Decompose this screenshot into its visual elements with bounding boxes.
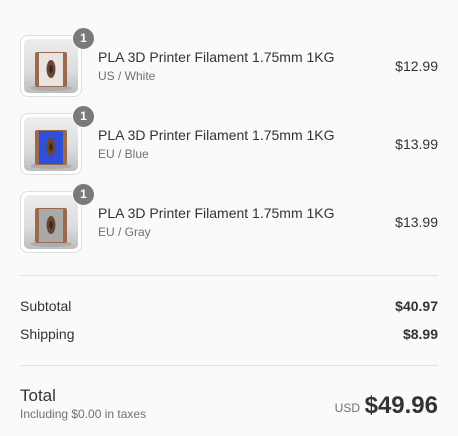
filament-spool-icon xyxy=(30,208,72,247)
total-currency: USD xyxy=(334,401,360,415)
product-price: $13.99 xyxy=(395,214,438,230)
shipping-label: Shipping xyxy=(20,326,75,342)
product-title: PLA 3D Printer Filament 1.75mm 1KG xyxy=(98,49,335,65)
line-item: 1 PLA 3D Printer Filament 1.75mm 1KG EU … xyxy=(20,183,438,255)
product-title: PLA 3D Printer Filament 1.75mm 1KG xyxy=(98,127,335,143)
product-price: $12.99 xyxy=(395,58,438,74)
product-variant: US / White xyxy=(98,69,156,83)
order-summary: 1 PLA 3D Printer Filament 1.75mm 1KG US … xyxy=(0,0,458,436)
line-item: 1 PLA 3D Printer Filament 1.75mm 1KG EU … xyxy=(20,105,438,177)
quantity-badge: 1 xyxy=(72,183,95,206)
filament-spool-icon xyxy=(30,130,72,169)
line-item: 1 PLA 3D Printer Filament 1.75mm 1KG US … xyxy=(20,27,438,99)
product-variant: EU / Gray xyxy=(98,225,151,239)
filament-spool-icon xyxy=(30,52,72,91)
total-label: Total xyxy=(20,386,56,405)
quantity-badge: 1 xyxy=(72,105,95,128)
divider xyxy=(20,275,438,276)
product-title: PLA 3D Printer Filament 1.75mm 1KG xyxy=(98,205,335,221)
shipping-value: $8.99 xyxy=(402,326,438,342)
subtotal-value: $40.97 xyxy=(395,298,438,314)
product-variant: EU / Blue xyxy=(98,147,149,161)
subtotal-label: Subtotal xyxy=(20,298,72,314)
total-amount: $49.96 xyxy=(364,392,438,419)
divider xyxy=(20,365,438,366)
product-price: $13.99 xyxy=(395,136,438,152)
quantity-badge: 1 xyxy=(72,27,95,50)
tax-note: Including $0.00 in taxes xyxy=(20,407,147,421)
